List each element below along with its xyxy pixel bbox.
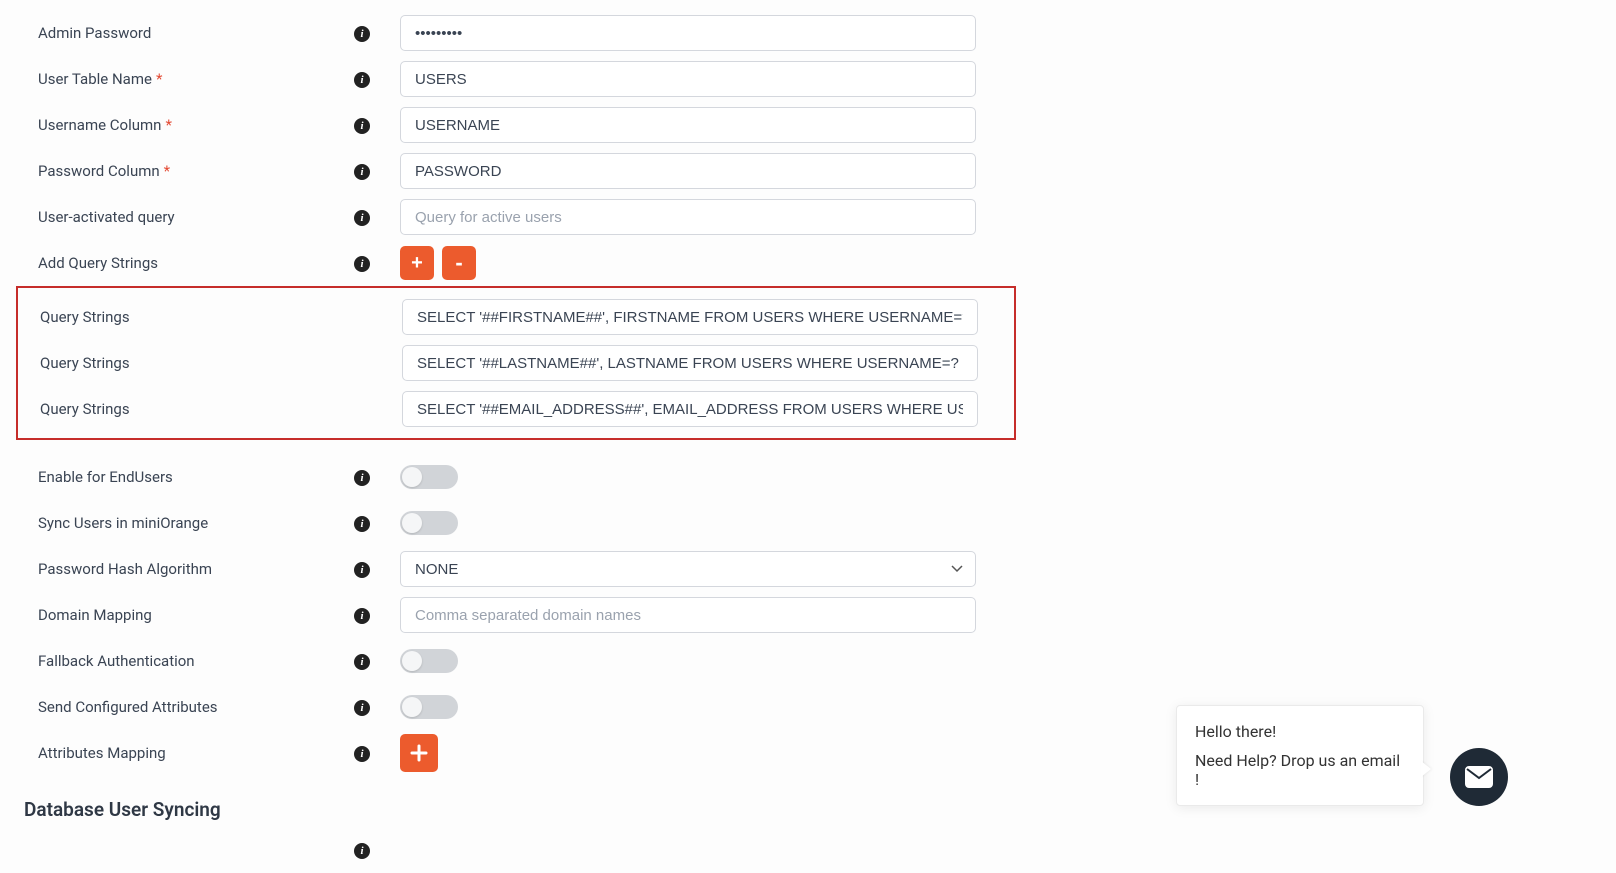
username-column-input[interactable]	[400, 107, 976, 143]
password-column-label: Password Column*	[38, 162, 354, 180]
user-table-label: User Table Name*	[38, 70, 354, 88]
info-icon[interactable]: i	[354, 164, 370, 180]
hash-algorithm-label: Password Hash Algorithm	[38, 560, 354, 578]
add-query-plus-button[interactable]: +	[400, 246, 434, 280]
query-string-input-3[interactable]	[402, 391, 978, 427]
info-icon[interactable]: i	[354, 843, 370, 859]
info-icon[interactable]: i	[354, 72, 370, 88]
send-attrs-label: Send Configured Attributes	[38, 698, 354, 716]
attrs-mapping-label: Attributes Mapping	[38, 744, 354, 762]
user-activated-query-label: User-activated query	[38, 208, 354, 226]
query-strings-highlight: Query Strings i Query Strings i Query St…	[16, 286, 1016, 440]
info-icon[interactable]: i	[354, 700, 370, 716]
info-icon[interactable]: i	[354, 746, 370, 762]
domain-mapping-input[interactable]	[400, 597, 976, 633]
fallback-auth-label: Fallback Authentication	[38, 652, 354, 670]
mail-icon	[1465, 766, 1493, 788]
info-icon[interactable]: i	[354, 654, 370, 670]
query-string-label: Query Strings	[40, 308, 356, 326]
user-table-input[interactable]	[400, 61, 976, 97]
query-string-label: Query Strings	[40, 354, 356, 372]
sync-users-toggle[interactable]	[400, 511, 458, 535]
enable-endusers-label: Enable for EndUsers	[38, 468, 354, 486]
sync-users-label: Sync Users in miniOrange	[38, 514, 354, 532]
admin-password-input[interactable]	[400, 15, 976, 51]
add-query-minus-button[interactable]: -	[442, 246, 476, 280]
info-icon[interactable]: i	[354, 562, 370, 578]
info-icon[interactable]: i	[354, 608, 370, 624]
admin-password-label: Admin Password	[38, 24, 354, 42]
help-tooltip: Hello there! Need Help? Drop us an email…	[1176, 705, 1424, 806]
enable-endusers-toggle[interactable]	[400, 465, 458, 489]
info-icon[interactable]: i	[354, 516, 370, 532]
info-icon[interactable]: i	[354, 26, 370, 42]
password-column-input[interactable]	[400, 153, 976, 189]
info-icon[interactable]: i	[354, 256, 370, 272]
info-icon[interactable]: i	[354, 210, 370, 226]
attrs-mapping-add-button[interactable]	[400, 734, 438, 772]
help-message: Need Help? Drop us an email !	[1195, 751, 1405, 789]
query-string-input-2[interactable]	[402, 345, 978, 381]
chat-button[interactable]	[1450, 748, 1508, 806]
send-attrs-toggle[interactable]	[400, 695, 458, 719]
fallback-auth-toggle[interactable]	[400, 649, 458, 673]
hash-algorithm-select[interactable]: NONE	[400, 551, 976, 587]
domain-mapping-label: Domain Mapping	[38, 606, 354, 624]
query-string-input-1[interactable]	[402, 299, 978, 335]
add-query-strings-label: Add Query Strings	[38, 254, 354, 272]
info-icon[interactable]: i	[354, 470, 370, 486]
username-column-label: Username Column*	[38, 116, 354, 134]
query-string-label: Query Strings	[40, 400, 356, 418]
info-icon[interactable]: i	[354, 118, 370, 134]
help-greeting: Hello there!	[1195, 722, 1405, 741]
user-activated-query-input[interactable]	[400, 199, 976, 235]
